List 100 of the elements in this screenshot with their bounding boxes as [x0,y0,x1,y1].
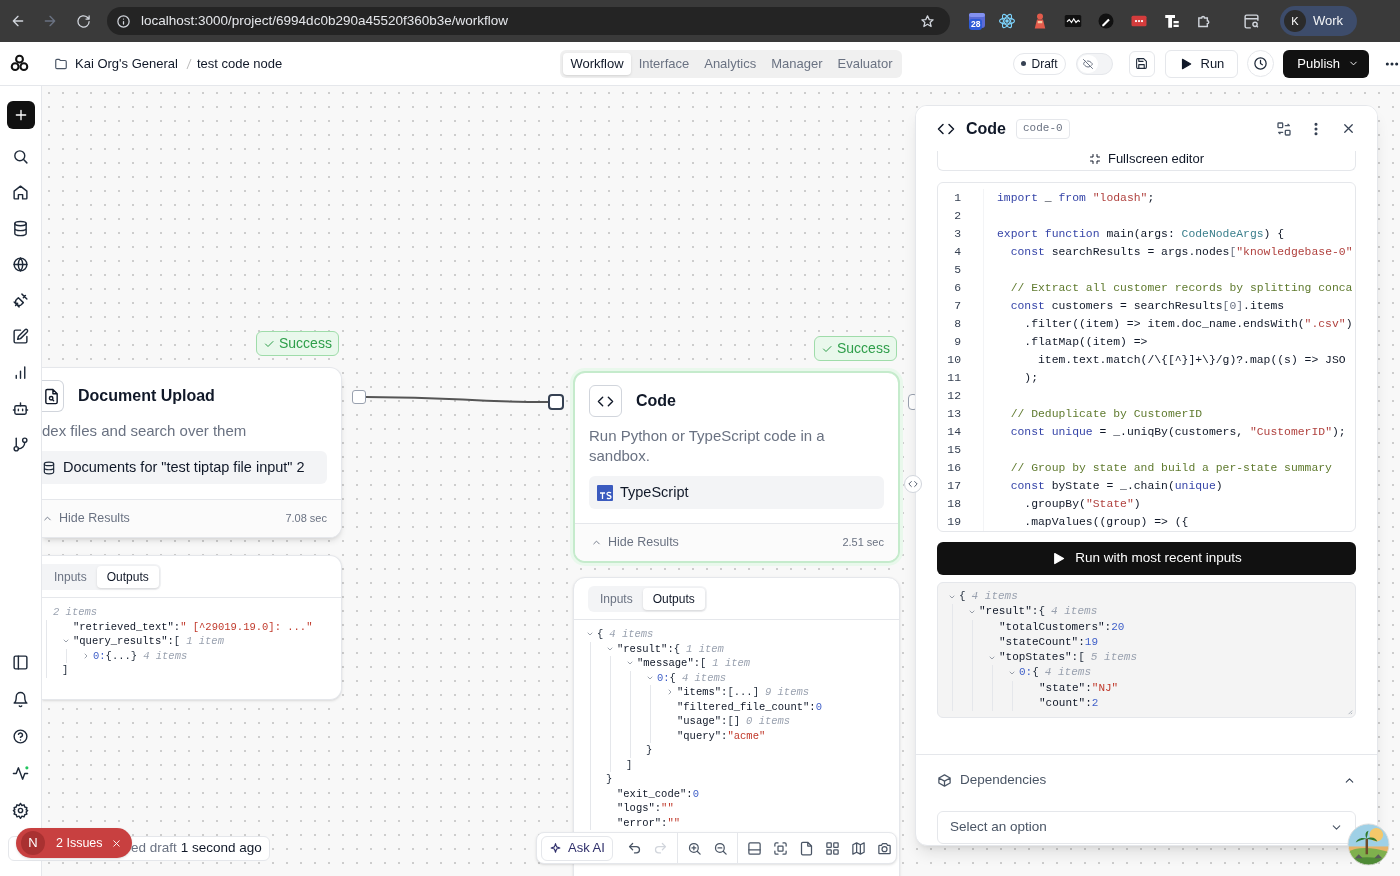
workflow-node[interactable]: Code Run Python or TypeScript code in a sandbox. TypeScript Hide Results 2.51 sec [573,371,900,563]
status-badge-text: Success [837,339,890,358]
json-line: "stateCount":19 [999,634,1099,650]
connection-handle[interactable] [548,394,564,410]
fullscreen-editor-button[interactable]: Fullscreen editor [937,151,1356,171]
line-number: 2 [954,210,961,222]
hide-results-button[interactable]: Hide Results [42,509,130,528]
zoom-in-icon[interactable] [686,840,702,856]
database-icon[interactable] [12,220,29,237]
code-line: const searchResults = args.nodes["knowledgebase-0" [1009,245,1353,260]
collapse-panel-button[interactable] [904,475,922,493]
settings-icon[interactable] [12,802,29,819]
atom-icon[interactable] [998,12,1016,30]
robot-icon[interactable] [12,400,29,417]
close-icon[interactable] [1341,121,1356,136]
section-title: Dependencies [960,770,1047,789]
tab-search-icon[interactable] [1243,12,1260,30]
swap-icon[interactable] [1276,120,1292,137]
node-chip-text: Documents for "test tiptap file input" 2 [63,457,305,477]
map-icon[interactable] [850,840,866,856]
tab[interactable]: Analytics [697,52,764,75]
line-number: 1 [954,192,961,204]
issues-pill[interactable]: N 2 Issues [16,828,132,858]
status-badge-text: Success [279,334,332,353]
breadcrumb-link[interactable]: Kai Org's General [75,53,178,74]
profile-button[interactable]: K Work [1280,6,1358,36]
hide-results-button[interactable]: Hide Results [591,533,679,552]
code-editor[interactable] [937,182,1356,532]
camera-icon[interactable] [876,840,892,856]
wave-icon[interactable] [1064,12,1082,30]
clock-icon [1253,56,1269,71]
line-number: 17 [947,480,961,492]
fit-view-icon[interactable] [772,840,788,856]
json-line: "error":"" [617,815,681,830]
code-icon [908,479,918,489]
chevron-right-icon[interactable] [666,688,674,697]
json-line: ] [626,757,633,772]
undo-icon[interactable] [626,840,642,856]
edit-icon[interactable] [12,328,29,345]
json-line: ] [62,663,69,678]
tab[interactable]: Evaluator [830,52,900,75]
search-icon[interactable] [12,148,29,165]
avatar-initial: K [1284,10,1306,32]
json-line: 2 items [53,605,98,620]
json-line: "logs":"" [617,801,674,816]
publish-button[interactable]: Publish [1283,49,1369,78]
json-line: "query":"acme" [677,728,766,743]
branch-icon[interactable] [12,436,29,453]
back-icon[interactable] [10,13,26,29]
save-button[interactable] [1128,50,1155,77]
panel-title: Code [966,118,1006,139]
line-number: 13 [947,408,961,420]
bell-icon[interactable] [12,691,29,708]
duration-text: 2.51 sec [842,535,884,551]
tab[interactable]: Inputs [590,587,643,610]
json-line: "state":"NJ" [1039,680,1119,696]
line-number: 14 [947,426,961,438]
info-icon[interactable] [116,13,131,29]
file-search-icon [43,387,60,405]
logo-icon[interactable] [10,54,29,73]
code-line: const unique = _.uniqBy(customers, "CustomerID"); [1009,425,1346,440]
tab[interactable]: Inputs [44,565,97,588]
close-icon[interactable] [110,837,122,849]
profile-name: Work [1313,12,1344,31]
page-icon[interactable] [798,840,814,856]
grid-icon[interactable] [824,840,840,856]
home-icon[interactable] [12,184,29,201]
star-icon[interactable] [920,13,935,29]
shrink-icon [1088,153,1101,165]
bars-icon[interactable] [1163,12,1181,30]
tab[interactable]: Outputs [642,587,705,610]
pen-icon[interactable] [1097,12,1115,30]
run-button[interactable]: Run [1164,49,1239,78]
layout-icon[interactable] [746,840,762,856]
code-line: .flatMap((item) => [1023,335,1148,350]
workflow-node[interactable]: Document Upload dex files and search over them Documents for "test tiptap file input" 2 Hide Results 7.08 sec [42,367,342,538]
tab[interactable]: Workflow [563,52,631,75]
globe-icon[interactable] [12,256,29,273]
chevron-right-icon[interactable] [82,651,90,660]
dependency-select[interactable]: Select an option [937,811,1356,844]
json-line: "filtered_file_count":0 [677,699,822,714]
add-button[interactable] [6,101,35,129]
tab[interactable]: Manager [764,52,830,75]
breadcrumb-link[interactable]: test code node [196,53,283,74]
address-bar[interactable]: localhost:3000/project/6994dc0b290a45520f360b3e/workflow [107,7,950,35]
line-number: 4 [954,246,961,258]
connection-handle[interactable] [352,390,366,404]
panel-icon[interactable] [12,654,29,671]
code-line: // Deduplicate by CustomerID [1009,407,1203,422]
tab[interactable]: Interface [631,52,697,75]
zoom-out-icon[interactable] [712,840,728,856]
tab[interactable]: Outputs [96,565,159,588]
reload-icon[interactable] [76,13,91,29]
plug-icon[interactable] [12,292,29,309]
extension-badge: 28 [969,19,983,30]
activity-icon[interactable] [12,765,29,782]
visibility-toggle[interactable] [1075,52,1113,75]
run-inputs-button[interactable]: Run with most recent inputs [937,542,1356,575]
help-icon[interactable] [12,728,29,745]
ask-ai-button[interactable]: Ask AI [541,835,613,861]
